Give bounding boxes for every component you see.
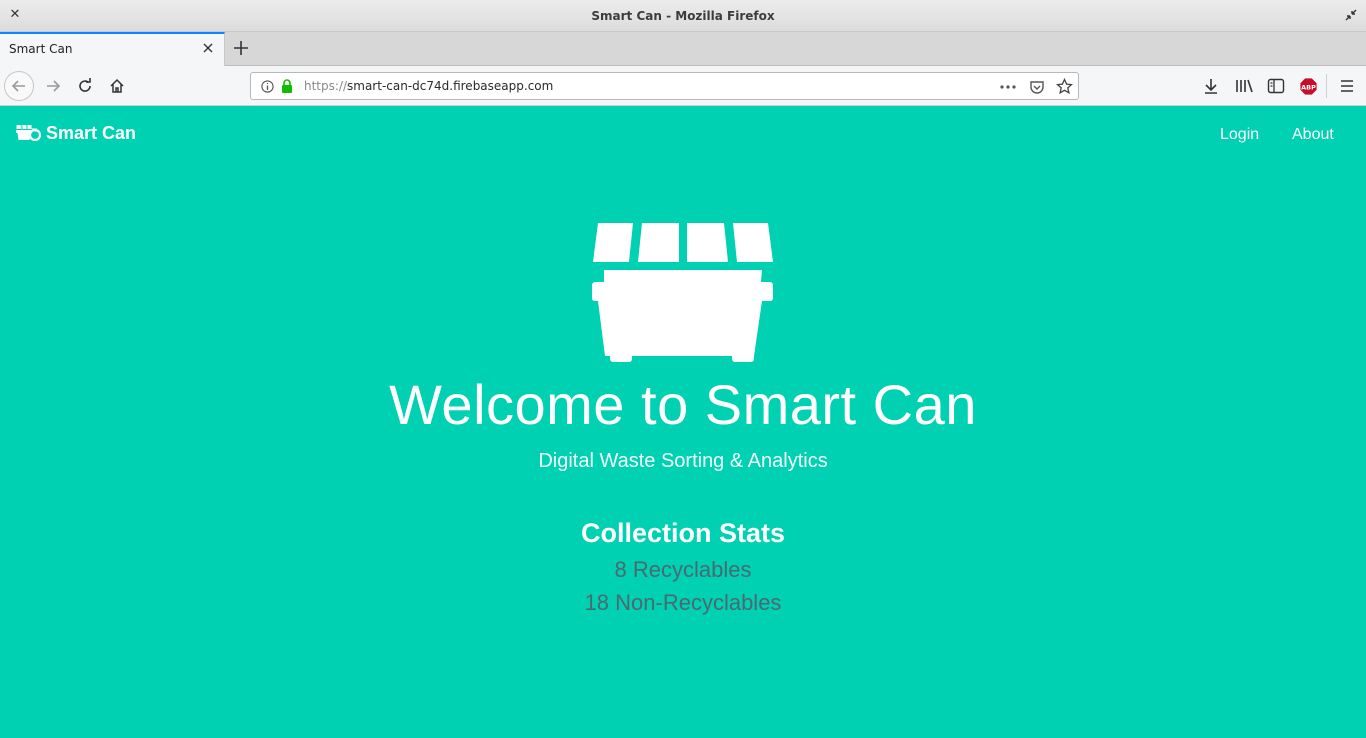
tab-smart-can[interactable]: Smart Can [0,32,225,66]
url-text[interactable]: https://smart-can-dc74d.firebaseapp.com [304,79,553,93]
home-icon [110,78,124,93]
back-icon [11,80,25,92]
reload-button[interactable] [70,71,100,101]
tab-close-icon[interactable] [202,42,214,54]
menu-icon [1341,80,1353,92]
about-link[interactable]: About [1292,126,1334,144]
star-icon[interactable] [1056,78,1073,95]
brand-name: Smart Can [46,123,137,143]
download-icon [1205,79,1217,94]
sidebar-icon [1267,78,1285,94]
forward-icon [47,80,61,92]
download-button[interactable] [1201,76,1221,96]
menu-button[interactable] [1337,76,1357,96]
non-recyclables-count: 18 Non-Recyclables [584,590,782,615]
toolbar-separator [1326,74,1327,98]
dumpster-icon [16,125,41,142]
more-icon[interactable] [999,80,1017,94]
pocket-icon[interactable] [1029,79,1045,95]
home-button[interactable] [102,71,132,101]
abp-icon: ABP [1299,77,1317,95]
hero-title: Welcome to Smart Can [389,373,977,436]
nav-toolbar: https://smart-can-dc74d.firebaseapp.com … [0,66,1366,106]
url-scheme: https:// [304,79,348,93]
sidebar-button[interactable] [1266,76,1286,96]
brand-link[interactable]: Smart Can [16,123,136,144]
window-title: Smart Can - Mozilla Firefox [591,8,775,23]
lock-icon[interactable] [281,79,293,93]
library-icon [1236,79,1253,93]
adblock-button[interactable]: ABP [1298,76,1318,96]
hero-subtitle: Digital Waste Sorting & Analytics [538,450,828,472]
login-link[interactable]: Login [1220,126,1259,144]
tab-label: Smart Can [9,42,73,56]
page-content: Smart Can Login About Welcome to Smart C… [0,107,1366,738]
recyclables-count: 8 Recyclables [614,557,752,582]
forward-button[interactable] [38,71,68,101]
library-button[interactable] [1234,76,1254,96]
tab-strip: Smart Can [0,32,1366,66]
window-close-icon[interactable]: ✕ [8,8,22,22]
info-icon[interactable] [261,80,274,93]
dumpster-icon [592,223,773,362]
url-host: smart-can-dc74d.firebaseapp.com [347,79,554,93]
back-button[interactable] [4,71,34,101]
abp-label: ABP [1301,83,1316,91]
url-bar[interactable]: https://smart-can-dc74d.firebaseapp.com [250,72,1079,100]
reload-icon [79,78,91,92]
site-navbar: Smart Can Login About [0,107,1366,163]
new-tab-icon[interactable] [232,39,250,57]
window-titlebar: ✕ Smart Can - Mozilla Firefox [0,0,1366,32]
stats-title: Collection Stats [580,518,786,548]
window-restore-icon[interactable] [1344,8,1358,22]
